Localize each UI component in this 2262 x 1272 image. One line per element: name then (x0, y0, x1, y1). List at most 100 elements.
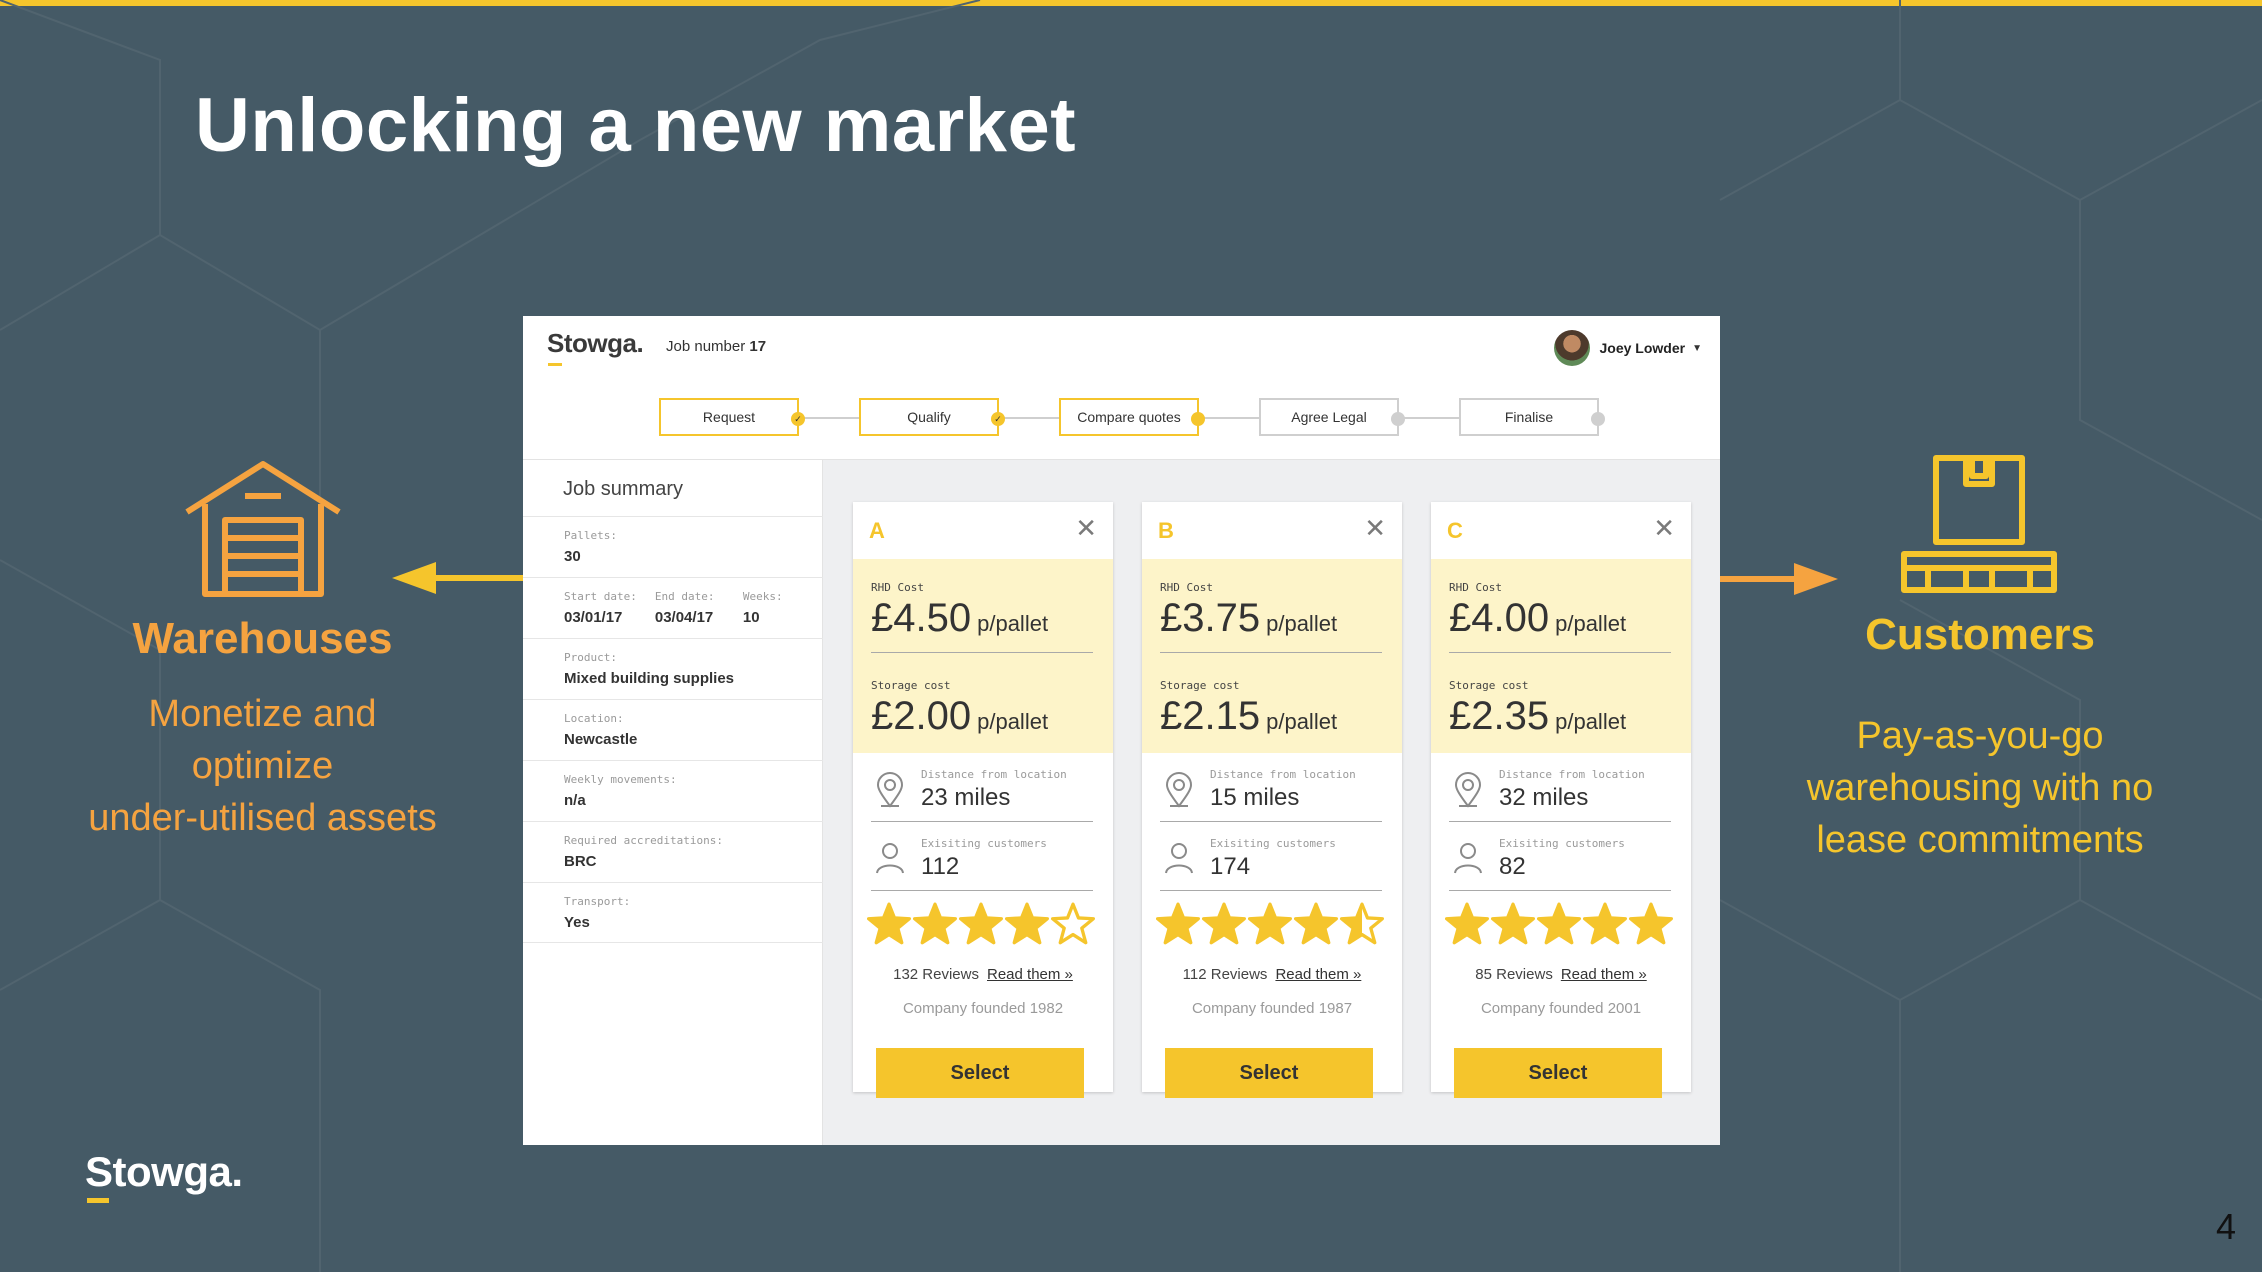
distance-label: Distance from location (1499, 768, 1645, 781)
customers-description: Pay-as-you-go warehousing with no lease … (1760, 710, 2200, 866)
rhd-cost-value: £3.75 p/pallet (1160, 596, 1382, 641)
storage-cost-label: Storage cost (871, 679, 951, 692)
user-menu[interactable]: Joey Lowder ▼ (1553, 330, 1702, 366)
select-quote-button[interactable]: Select (1165, 1048, 1373, 1098)
close-icon[interactable]: ✕ (1364, 514, 1386, 542)
price-unit: p/pallet (1555, 611, 1627, 636)
footer-logo-underline (87, 1198, 109, 1203)
location-pin-icon (1165, 772, 1193, 808)
read-reviews-link[interactable]: Read them » (1561, 966, 1647, 983)
star-icon (1051, 902, 1095, 945)
distance-metric: Distance from location 15 miles (1160, 758, 1382, 822)
rhd-cost: RHD Cost £4.00 p/pallet (1449, 581, 1671, 653)
storage-cost-label: Storage cost (1449, 679, 1529, 692)
warehouses-heading: Warehouses (132, 614, 393, 663)
close-icon[interactable]: ✕ (1653, 514, 1675, 542)
job-number-label: Job number (666, 338, 746, 355)
distance-value: 32 miles (1499, 784, 1589, 811)
right-arrow (1718, 563, 1838, 595)
star-icon (1248, 902, 1292, 945)
quote-letter: A (869, 518, 885, 543)
quote-card-c: C ✕ RHD Cost £4.00 p/pallet Storage cost … (1431, 502, 1691, 1098)
company-founded: Company founded 1987 (1191, 1000, 1353, 1017)
step-agree-legal[interactable]: Agree Legal (1259, 398, 1405, 436)
star-icon (1583, 902, 1627, 945)
storage-cost-value: £2.00 p/pallet (871, 694, 1093, 739)
summary-value: Yes (564, 914, 590, 931)
star-rating (1445, 902, 1673, 946)
star-icon (1202, 902, 1246, 945)
location-pin-icon (1454, 772, 1482, 808)
price-unit: p/pallet (1266, 611, 1338, 636)
check-icon: ✓ (791, 412, 805, 426)
step-connector (999, 417, 1059, 419)
footer-logo: Stowga. (85, 1148, 243, 1203)
step-connector (1199, 417, 1259, 419)
step-qualify[interactable]: Qualify ✓ (859, 398, 1005, 436)
rhd-cost-amount: £4.50 (871, 596, 972, 640)
reviews-count: 112 Reviews (1182, 966, 1268, 983)
reviews-line: 112 Reviews Read them » (1142, 966, 1402, 983)
read-reviews-link[interactable]: Read them » (1275, 966, 1361, 983)
reviews-line: 85 Reviews Read them » (1431, 966, 1691, 983)
summary-row-pallets: Pallets: 30 (523, 516, 823, 577)
company-founded: Company founded 2001 (1480, 1000, 1642, 1017)
rhd-cost: RHD Cost £4.50 p/pallet (871, 581, 1093, 653)
warehouses-description-line: Monetize and (148, 693, 377, 735)
user-name: Joey Lowder (1599, 340, 1686, 356)
step-label: Agree Legal (1291, 409, 1367, 425)
star-icon (867, 902, 911, 945)
app-brand-logo[interactable]: Stowga. (547, 328, 644, 366)
summary-label: Location: (564, 712, 624, 725)
customers-label: Exisiting customers (1499, 837, 1625, 850)
star-icon (1629, 902, 1673, 945)
storage-cost: Storage cost £2.00 p/pallet (871, 679, 1093, 739)
customers-description-line: warehousing with no (1806, 767, 2154, 809)
step-request[interactable]: Request ✓ (659, 398, 805, 436)
star-icon (959, 902, 1003, 945)
step-label: Finalise (1504, 409, 1554, 425)
user-icon (876, 843, 904, 874)
app-screenshot: Stowga. Job number 17 Joey Lowder ▼ Requ… (523, 316, 1720, 1145)
distance-metric: Distance from location 32 miles (1449, 758, 1671, 822)
app-brand-text: Stowga. (547, 328, 644, 358)
step-compare-quotes[interactable]: Compare quotes (1059, 398, 1205, 436)
summary-row-product: Product: Mixed building supplies (523, 638, 823, 699)
rhd-cost-label: RHD Cost (1449, 581, 1502, 594)
read-reviews-link[interactable]: Read them » (987, 966, 1073, 983)
quote-letter: B (1158, 518, 1174, 543)
summary-row-dates: Start date: 03/01/17 End date: 03/04/17 … (523, 577, 823, 638)
customers-value: 112 (921, 853, 960, 880)
reviews-count: 85 Reviews (1475, 966, 1553, 983)
left-arrow (392, 562, 526, 594)
footer-logo-text: Stowga. (85, 1148, 243, 1195)
job-summary-panel: Job summary Pallets: 30 Start date: 03/0… (523, 460, 823, 1145)
summary-row-transport: Transport: Yes (523, 882, 823, 943)
app-header: Stowga. Job number 17 Joey Lowder ▼ Requ… (523, 316, 1720, 460)
summary-value: 03/04/17 (654, 609, 714, 626)
step-label: Request (702, 409, 756, 425)
step-finalise[interactable]: Finalise (1459, 398, 1605, 436)
step-label: Qualify (907, 409, 951, 425)
step-connector (1399, 417, 1459, 419)
price-unit: p/pallet (1555, 709, 1627, 734)
price-unit: p/pallet (977, 709, 1049, 734)
job-summary-title: Job summary (563, 478, 684, 500)
summary-label: Required accreditations: (564, 834, 723, 847)
page-number: 4 (2215, 1206, 2236, 1247)
distance-metric: Distance from location 23 miles (871, 758, 1093, 822)
warehouses-description: Monetize and optimize under-utilised ass… (40, 688, 485, 844)
step-connector (799, 417, 859, 419)
summary-row-location: Location: Newcastle (523, 699, 823, 760)
select-quote-button[interactable]: Select (1454, 1048, 1662, 1098)
summary-value: BRC (564, 853, 597, 870)
slide-title: Unlocking a new market (195, 83, 1077, 168)
warehouse-icon (184, 461, 341, 597)
summary-start-date: Start date: 03/01/17 (564, 590, 637, 638)
summary-value: Newcastle (564, 731, 638, 748)
select-quote-button[interactable]: Select (876, 1048, 1084, 1098)
summary-value: Mixed building supplies (564, 670, 735, 687)
distance-label: Distance from location (921, 768, 1067, 781)
star-rating (867, 902, 1095, 946)
close-icon[interactable]: ✕ (1075, 514, 1097, 542)
